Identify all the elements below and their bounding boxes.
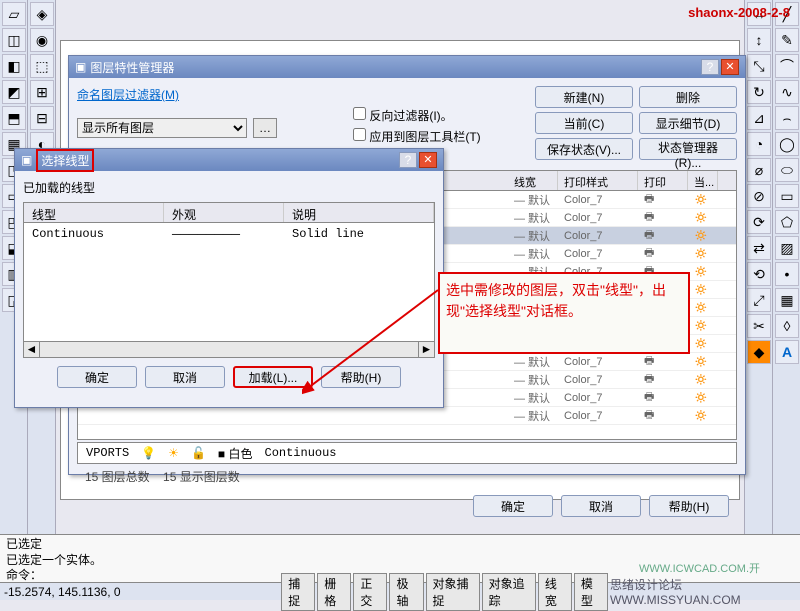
tool-icon[interactable]: ∿ bbox=[775, 80, 799, 104]
linetype-preview: ──────── bbox=[164, 225, 284, 243]
watermark-2: WWW.ICWCAD.COM.开 bbox=[639, 560, 760, 576]
toolbar-right-2: ↔ ↕ ⤡ ↻ ⊿ ◔ ⌀ ⊘ ⟳ ⇄ ⟲ ⤢ ✂ ◆ bbox=[744, 0, 772, 560]
tool-icon[interactable]: ▱ bbox=[2, 2, 26, 26]
help-icon[interactable]: ? bbox=[399, 152, 417, 168]
tool-icon[interactable]: ↕ bbox=[747, 28, 771, 52]
delete-button[interactable]: 删除 bbox=[639, 86, 737, 108]
tool-icon[interactable]: ⬭ bbox=[775, 158, 799, 182]
cancel-button[interactable]: 取消 bbox=[561, 495, 641, 517]
tool-icon[interactable]: ⌀ bbox=[747, 158, 771, 182]
tool-icon[interactable]: ⤢ bbox=[747, 288, 771, 312]
dialog-title: 图层特性管理器 bbox=[90, 59, 174, 76]
toolbar-right-1: ╱ ✎ ⌒ ∿ ⌢ ◯ ⬭ ▭ ⬠ ▨ • ▦ ◊ A bbox=[772, 0, 800, 560]
cancel-button[interactable]: 取消 bbox=[145, 366, 225, 388]
vports-row[interactable]: VPORTS 💡 ☀ 🔓 ■ 白色 Continuous bbox=[77, 442, 737, 464]
filter-label[interactable]: 命名图层过滤器(M) bbox=[77, 86, 179, 103]
tool-icon[interactable]: ⊿ bbox=[747, 106, 771, 130]
sun-icon[interactable]: ☀ bbox=[168, 446, 179, 460]
tool-icon[interactable]: ⊘ bbox=[747, 184, 771, 208]
mode-toggle[interactable]: 正交 bbox=[353, 573, 387, 611]
ok-button[interactable]: 确定 bbox=[473, 495, 553, 517]
mode-toggle[interactable]: 线宽 bbox=[538, 573, 572, 611]
tool-icon[interactable]: ◈ bbox=[30, 2, 54, 26]
status-bar: -15.2574, 145.1136, 0 捕捉栅格正交极轴对象捕捉对象追踪线宽… bbox=[0, 582, 800, 600]
tool-icon[interactable]: ✂ bbox=[747, 314, 771, 338]
apply-toolbar-checkbox[interactable]: 应用到图层工具栏(T) bbox=[353, 128, 481, 145]
tool-icon[interactable]: ⬚ bbox=[30, 54, 54, 78]
linetype-header: 线型 外观 说明 bbox=[24, 203, 434, 223]
app-icon: ▣ bbox=[21, 153, 32, 167]
linetype-list[interactable]: 线型 外观 说明 Continuous ──────── Solid line bbox=[23, 202, 435, 342]
tool-icon[interactable]: ⤡ bbox=[747, 54, 771, 78]
dialog-titlebar[interactable]: ▣ 图层特性管理器 ?✕ bbox=[69, 56, 745, 78]
tool-icon[interactable]: ⊞ bbox=[30, 80, 54, 104]
tool-icon[interactable]: ◧ bbox=[2, 54, 26, 78]
dialog-title: 选择线型 bbox=[36, 149, 94, 172]
help-button[interactable]: 帮助(H) bbox=[321, 366, 401, 388]
layer-count-status: 15 图层总数 15 显示图层数 bbox=[77, 464, 737, 489]
state-mgr-button[interactable]: 状态管理器(R)... bbox=[639, 138, 737, 160]
detail-button[interactable]: 显示细节(D) bbox=[639, 112, 737, 134]
tool-icon[interactable]: ⟲ bbox=[747, 262, 771, 286]
tool-icon[interactable]: • bbox=[775, 262, 799, 286]
coordinates: -15.2574, 145.1136, 0 bbox=[0, 585, 161, 599]
close-icon[interactable]: ✕ bbox=[419, 152, 437, 168]
filter-button[interactable]: … bbox=[253, 118, 277, 138]
tool-icon[interactable]: ⌒ bbox=[775, 54, 799, 78]
mode-toggle[interactable]: 极轴 bbox=[389, 573, 423, 611]
tool-icon[interactable]: ⇄ bbox=[747, 236, 771, 260]
tool-icon[interactable]: ◯ bbox=[775, 132, 799, 156]
help-button[interactable]: 帮助(H) bbox=[649, 495, 729, 517]
lock-icon[interactable]: 🔓 bbox=[191, 446, 206, 460]
tool-icon[interactable]: ▦ bbox=[775, 288, 799, 312]
footer-link: 思绪设计论坛 WWW.MISSYUAN.COM bbox=[610, 576, 800, 607]
color-swatch[interactable]: ■ 白色 bbox=[218, 445, 253, 462]
watermark: shaonx-2008-2-8 bbox=[688, 5, 790, 20]
tool-icon[interactable]: ✎ bbox=[775, 28, 799, 52]
filter-select[interactable]: 显示所有图层 bbox=[77, 118, 247, 138]
mode-toggle[interactable]: 栅格 bbox=[317, 573, 351, 611]
tool-icon[interactable]: ⌢ bbox=[775, 106, 799, 130]
layer-row[interactable]: — 默认Color_7🖶🔅 bbox=[78, 407, 736, 425]
new-button[interactable]: 新建(N) bbox=[535, 86, 633, 108]
mode-toggle[interactable]: 捕捉 bbox=[281, 573, 315, 611]
current-button[interactable]: 当前(C) bbox=[535, 112, 633, 134]
tool-icon[interactable]: A bbox=[775, 340, 799, 364]
tool-icon[interactable]: ◔ bbox=[747, 132, 771, 156]
tool-icon[interactable]: ⟳ bbox=[747, 210, 771, 234]
close-icon[interactable]: ✕ bbox=[721, 59, 739, 75]
load-button[interactable]: 加载(L)... bbox=[233, 366, 313, 388]
linetype-dialog: ▣ 选择线型 ?✕ 已加载的线型 线型 外观 说明 Continuous ────… bbox=[14, 148, 444, 408]
tool-icon[interactable]: ◩ bbox=[2, 80, 26, 104]
loaded-label: 已加载的线型 bbox=[23, 179, 435, 196]
mode-toggle[interactable]: 对象追踪 bbox=[482, 573, 536, 611]
mode-toggle[interactable]: 对象捕捉 bbox=[426, 573, 480, 611]
tool-icon[interactable]: ◫ bbox=[2, 28, 26, 52]
tool-icon[interactable]: ↻ bbox=[747, 80, 771, 104]
bulb-icon[interactable]: 💡 bbox=[141, 446, 156, 460]
tool-icon[interactable]: ▭ bbox=[775, 184, 799, 208]
tool-icon[interactable]: ▨ bbox=[775, 236, 799, 260]
tool-icon[interactable]: ⬠ bbox=[775, 210, 799, 234]
dialog-titlebar[interactable]: ▣ 选择线型 ?✕ bbox=[15, 149, 443, 171]
tool-icon[interactable]: ◉ bbox=[30, 28, 54, 52]
tool-icon[interactable]: ⬒ bbox=[2, 106, 26, 130]
linetype-row[interactable]: Continuous ──────── Solid line bbox=[24, 223, 434, 245]
tool-icon[interactable]: ◊ bbox=[775, 314, 799, 338]
save-state-button[interactable]: 保存状态(V)... bbox=[535, 138, 633, 160]
tool-icon[interactable]: ◆ bbox=[747, 340, 771, 364]
app-icon: ▣ bbox=[75, 60, 86, 74]
invert-filter-checkbox[interactable]: 反向过滤器(I)。 bbox=[353, 107, 481, 124]
ok-button[interactable]: 确定 bbox=[57, 366, 137, 388]
scrollbar[interactable]: ◄► bbox=[23, 342, 435, 358]
tool-icon[interactable]: ⊟ bbox=[30, 106, 54, 130]
mode-toggle[interactable]: 模型 bbox=[574, 573, 608, 611]
annotation-box: 选中需修改的图层，双击"线型"，出现"选择线型"对话框。 bbox=[438, 272, 690, 354]
help-icon[interactable]: ? bbox=[701, 59, 719, 75]
